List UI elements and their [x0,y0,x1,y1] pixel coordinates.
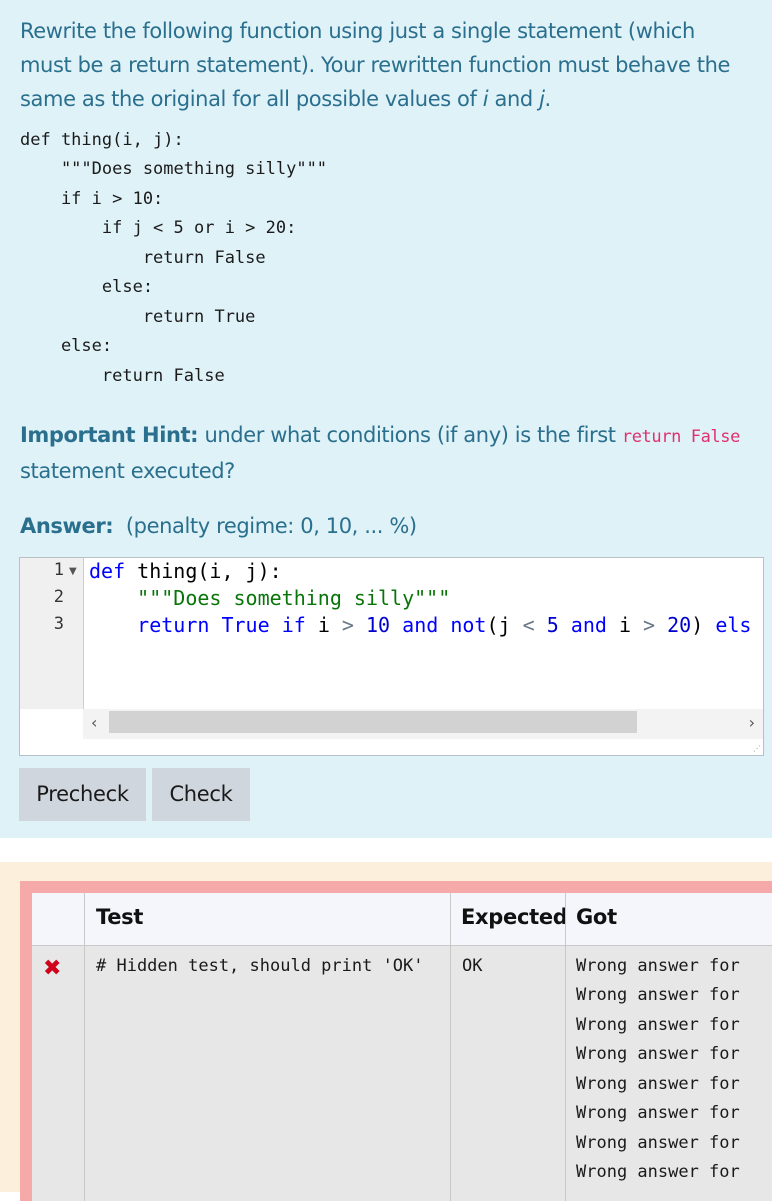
code-line: """Does something silly""" [20,159,328,179]
keyword: def [89,559,126,583]
keyword: True [221,613,270,637]
line-number-gutter: 1 ▼ 2 3 [20,558,84,709]
hint-text: Important Hint: under what conditions (i… [20,418,760,488]
code-line: return True [20,307,256,327]
resize-grip-icon[interactable]: ⋰ [753,744,761,753]
keyword: and [570,613,607,637]
prompt-and: and [488,87,540,111]
number: 20 [667,613,692,637]
code-text: thing(i, j): [125,559,282,583]
header-expected: Expected [461,905,568,929]
code-line: return False [20,248,266,268]
got-line: Wrong answer for [576,1162,740,1182]
identifier: (j [486,613,511,637]
prompt-period: . [544,87,552,111]
got-line: Wrong answer for [576,985,740,1005]
got-line: Wrong answer for [576,1015,740,1035]
got-line: Wrong answer for [576,1044,740,1064]
got-line: Wrong answer for [576,1133,740,1153]
check-button[interactable]: Check [152,768,250,821]
identifier: i [618,613,631,637]
code-line: if j < 5 or i > 20: [20,218,297,238]
keyword: if [281,613,306,637]
operator: > [341,613,354,637]
precheck-button[interactable]: Precheck [19,768,146,821]
header-got: Got [576,905,617,929]
line-number: 1 [53,560,64,580]
code-line: if i > 10: [20,189,164,209]
header-test: Test [96,905,144,929]
code-line: else: [20,277,154,297]
results-table: Test Expected Got ✖ # Hidden test, shoul… [32,893,772,1201]
scrollbar-thumb[interactable] [109,711,637,733]
keyword: els [715,613,752,637]
code-line: def thing(i, j): [20,130,184,150]
question-panel: Rewrite the following function using jus… [0,0,772,838]
number: 10 [366,613,391,637]
editor-line-2[interactable]: """Does something silly""" [89,586,450,610]
question-prompt: Rewrite the following function using jus… [20,14,750,116]
got-line: Wrong answer for [576,1074,740,1094]
answer-label: Answer: (penalty regime: 0, 10, ... %) [20,514,417,538]
column-divider [450,893,451,1201]
hint-before: under what conditions (if any) is the fi… [198,423,622,447]
code-line: return False [20,366,225,386]
keyword: and [402,613,439,637]
column-divider [84,893,85,1201]
got-line: Wrong answer for [576,1103,740,1123]
keyword: not [450,613,487,637]
got-line: Wrong answer for [576,956,740,976]
expected-cell: OK [462,956,483,976]
column-divider [565,893,566,1201]
editor-line-3[interactable]: return True if i > 10 and not(j < 5 and … [89,613,751,637]
scroll-right-icon[interactable]: › [749,713,755,732]
docstring: """Does something silly""" [137,586,451,610]
hint-code: return False [621,427,740,447]
results-box: Test Expected Got ✖ # Hidden test, shoul… [20,881,772,1201]
identifier: i [317,613,330,637]
answer-heading: Answer: [20,514,114,538]
paren: ) [691,613,704,637]
operator: < [522,613,535,637]
editor-line-1[interactable]: def thing(i, j): [89,559,282,583]
table-row: ✖ # Hidden test, should print 'OK' OK Wr… [32,946,772,1201]
keyword: return [137,613,210,637]
scroll-left-icon[interactable]: ‹ [91,713,97,732]
line-number: 3 [53,614,64,634]
code-line: else: [20,336,113,356]
fold-arrow-icon[interactable]: ▼ [69,566,77,577]
code-editor[interactable]: 1 ▼ 2 3 def thing(i, j): """Does somethi… [19,557,764,756]
prompt-text: Rewrite the following function using jus… [20,19,731,111]
fail-x-icon: ✖ [43,956,62,981]
penalty-regime: (penalty regime: 0, 10, ... %) [125,514,417,538]
hint-label: Important Hint: [20,423,199,447]
table-header: Test Expected Got [32,893,772,945]
results-panel: Test Expected Got ✖ # Hidden test, shoul… [0,862,772,1201]
number: 5 [546,613,559,637]
test-cell: # Hidden test, should print 'OK' [96,956,424,976]
operator: > [643,613,656,637]
hint-after: statement executed? [20,459,235,483]
line-number: 2 [53,587,64,607]
horizontal-scrollbar[interactable]: ‹ › [83,709,763,739]
